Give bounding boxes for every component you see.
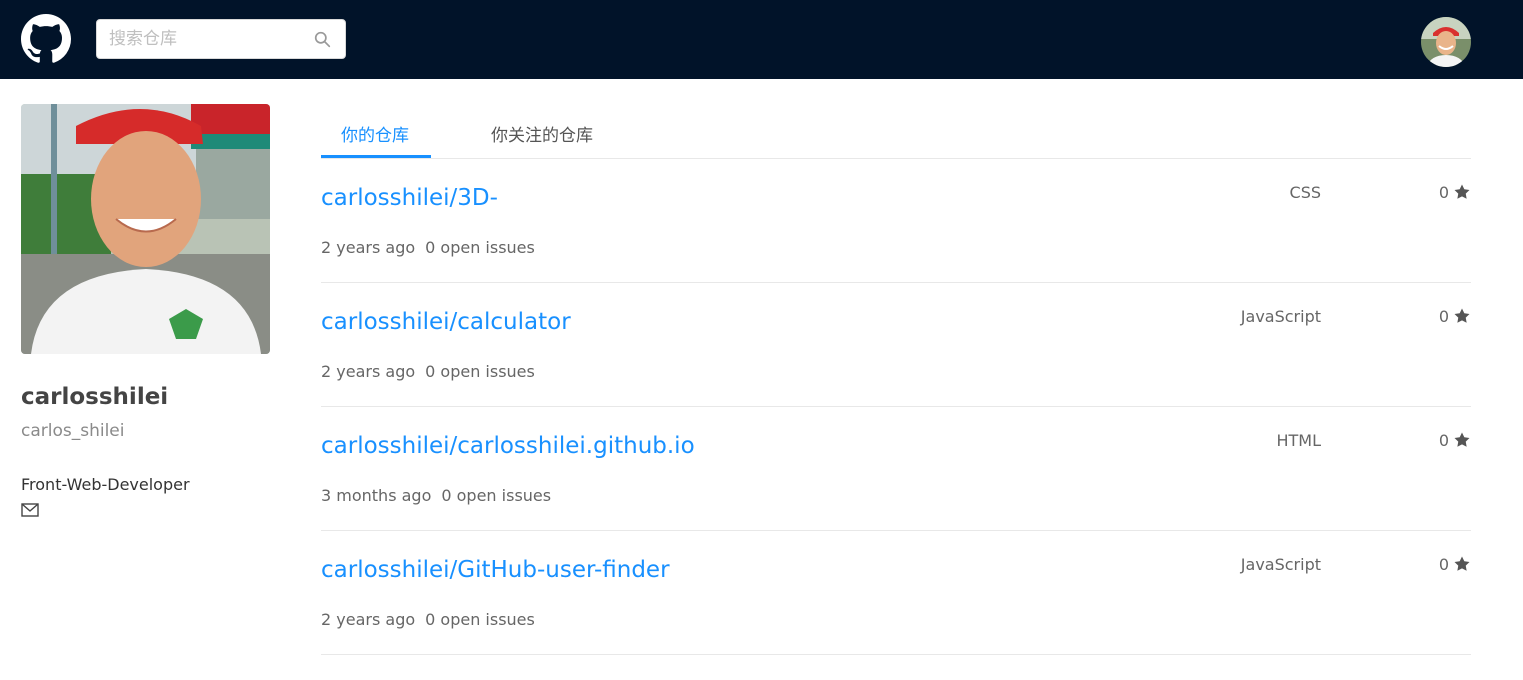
- repo-issues: 0 open issues: [425, 362, 535, 381]
- tab-your-repos[interactable]: 你的仓库: [341, 121, 409, 158]
- star-icon: [1454, 184, 1470, 199]
- user-avatar[interactable]: [1421, 17, 1471, 67]
- profile-login: carlos_shilei: [21, 421, 125, 441]
- repo-issues: 0 open issues: [441, 486, 552, 505]
- star-count: 0: [1438, 306, 1449, 326]
- star-count: 0: [1438, 182, 1449, 202]
- repo-updated: 2 years ago: [321, 362, 416, 381]
- repo-name-link[interactable]: carlosshilei/GitHub-user-finder: [321, 557, 670, 583]
- github-icon[interactable]: [21, 14, 71, 64]
- star-icon: [1454, 308, 1470, 323]
- avatar-image: [1421, 17, 1471, 67]
- star-icon: [1454, 432, 1470, 447]
- repo-meta: 2 years ago 0 open issues: [321, 610, 535, 629]
- star-count: 0: [1438, 430, 1449, 450]
- repo-list-item: carlosshilei/carlosshilei.github.io 3 mo…: [321, 407, 1471, 531]
- star-icon: [1454, 556, 1470, 571]
- repo-stars: 0: [1439, 429, 1471, 451]
- repo-updated: 2 years ago: [321, 610, 416, 629]
- repo-updated: 2 years ago: [321, 238, 416, 257]
- tab-starred-repos[interactable]: 你关注的仓库: [491, 121, 593, 158]
- repo-language: JavaScript: [1240, 307, 1321, 326]
- repo-language: CSS: [1289, 183, 1321, 202]
- star-count: 0: [1438, 554, 1449, 574]
- repo-language: JavaScript: [1240, 555, 1321, 574]
- repo-stars: 0: [1439, 305, 1471, 327]
- repo-name-link[interactable]: carlosshilei/3D-: [321, 185, 498, 211]
- repo-meta: 2 years ago 0 open issues: [321, 238, 535, 257]
- repo-issues: 0 open issues: [425, 238, 535, 257]
- profile-avatar: [21, 104, 270, 354]
- search-input[interactable]: [109, 20, 309, 58]
- search-box: [96, 19, 346, 59]
- repo-list-item: carlosshilei/GitHub-user-finder 2 years …: [321, 531, 1471, 655]
- repo-meta: 3 months ago 0 open issues: [321, 486, 551, 505]
- repo-updated: 3 months ago: [321, 486, 432, 505]
- profile-photo-image: [21, 104, 270, 354]
- repo-meta: 2 years ago 0 open issues: [321, 362, 535, 381]
- mail-icon[interactable]: [21, 503, 39, 517]
- repo-issues: 0 open issues: [425, 610, 535, 629]
- repo-list-item: carlosshilei/3D- 2 years ago 0 open issue…: [321, 159, 1471, 283]
- repo-stars: 0: [1439, 181, 1471, 203]
- top-navbar: [0, 0, 1523, 79]
- repo-stars: 0: [1439, 553, 1471, 575]
- search-icon[interactable]: [314, 31, 331, 48]
- profile-name: carlosshilei: [21, 384, 169, 410]
- repo-name-link[interactable]: carlosshilei/carlosshilei.github.io: [321, 433, 695, 459]
- repo-name-link[interactable]: carlosshilei/calculator: [321, 309, 571, 335]
- repo-list-item: carlosshilei/calculator 2 years ago 0 ope…: [321, 283, 1471, 407]
- repo-tabs: 你的仓库 你关注的仓库: [321, 104, 1471, 159]
- repo-language: HTML: [1276, 431, 1321, 450]
- profile-bio: Front-Web-Developer: [21, 475, 190, 494]
- active-tab-indicator: [321, 155, 431, 158]
